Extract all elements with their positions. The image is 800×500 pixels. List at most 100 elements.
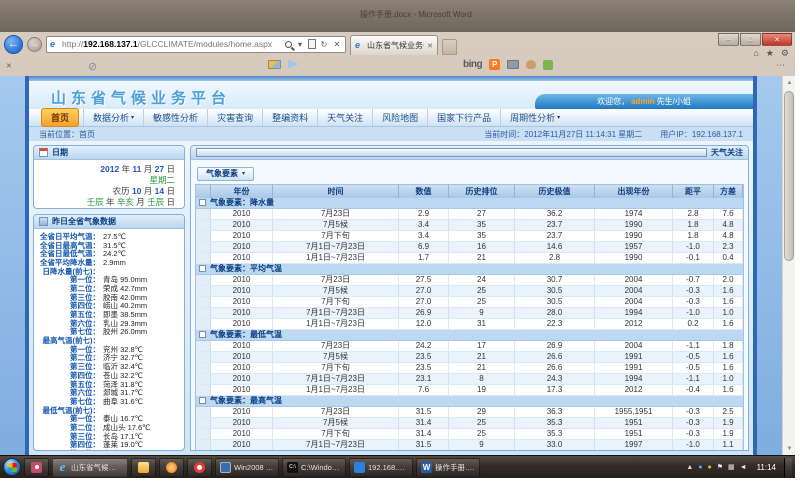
url-text: http://192.168.137.1/GLCCLIMATE/modules/…: [62, 39, 282, 49]
table-cell: 1月1日~7月23日: [273, 319, 399, 329]
table-row[interactable]: 20107月下旬3.43523.719901.84.8: [196, 231, 743, 242]
element-group-row[interactable]: 气象要素：最低气温: [196, 330, 743, 341]
table-cell: 2010: [211, 209, 273, 219]
taskbar-ie-window-button[interactable]: e山东省气候业务平台: [52, 458, 128, 477]
taskbar-launcher-button[interactable]: [24, 458, 49, 477]
group-checkbox[interactable]: [199, 397, 206, 404]
table-cell: 1951: [595, 418, 673, 428]
table-row[interactable]: 20101月1日~7月23日12.03122.320120.21.6: [196, 319, 743, 330]
browser-tab[interactable]: e 山东省气候业务平... ✕: [350, 35, 438, 55]
sogou-search-icon[interactable]: P: [489, 59, 500, 70]
nav-item-3[interactable]: 灾害查询: [207, 109, 262, 126]
show-desktop-button[interactable]: [784, 458, 792, 477]
taskbar-orange-app-button[interactable]: [159, 458, 184, 477]
nav-item-label: 敏感性分析: [153, 111, 198, 124]
taskbar-explorer-button[interactable]: [131, 458, 156, 477]
table-row[interactable]: 20107月下旬27.02530.52004-0.31.6: [196, 297, 743, 308]
table-row[interactable]: 20107月5候27.02530.52004-0.31.6: [196, 286, 743, 297]
table-row[interactable]: 20107月下旬31.42535.31951-0.31.9: [196, 429, 743, 440]
volume-tray-icon[interactable]: ◄: [740, 464, 747, 471]
back-button[interactable]: ←: [4, 35, 23, 54]
rdp-icon: [354, 462, 365, 473]
table-row[interactable]: 20107月23日24.21726.92004-1.11.8: [196, 341, 743, 352]
taskbar-rdp-window-button[interactable]: 192.168.59.99...: [349, 458, 413, 477]
table-row[interactable]: 20107月下旬23.52126.61991-0.51.6: [196, 363, 743, 374]
group-checkbox[interactable]: [199, 199, 206, 206]
refresh-icon[interactable]: ↻: [319, 40, 329, 49]
nav-item-5[interactable]: 天气关注: [317, 109, 372, 126]
nav-item-label: 首页: [51, 111, 69, 124]
minimize-button[interactable]: –: [718, 33, 739, 46]
table-row[interactable]: 20107月1日~7月23日6.91614.61957-1.02.3: [196, 242, 743, 253]
taskbar-word-window-button[interactable]: W操作手册.docx ...: [416, 458, 480, 477]
payment-cards-icon[interactable]: [268, 60, 281, 69]
address-bar[interactable]: e http://192.168.137.1/GLCCLIMATE/module…: [46, 36, 346, 53]
row-select-cell: [196, 209, 211, 219]
table-row[interactable]: 20107月23日27.52430.72004-0.72.0: [196, 275, 743, 286]
network-tray-icon[interactable]: ▦: [728, 464, 735, 471]
stop-icon[interactable]: ✕: [332, 40, 342, 49]
row-select-cell: [196, 341, 211, 351]
group-checkbox[interactable]: [199, 265, 206, 272]
table-row[interactable]: 20107月5候31.42535.31951-0.31.9: [196, 418, 743, 429]
table-row[interactable]: 20107月5候23.52126.61991-0.51.6: [196, 352, 743, 363]
table-row[interactable]: 20107月5候3.43523.719901.84.8: [196, 220, 743, 231]
search-icon[interactable]: [285, 41, 292, 48]
taskbar-buttons: e山东省气候业务平台 Win2008 (VS2...C:\C:\Windows\s…: [24, 458, 480, 477]
new-tab-button[interactable]: [442, 39, 457, 55]
taskbar-clock[interactable]: 11:14: [752, 463, 781, 472]
autocomplete-caret-icon[interactable]: ▾: [295, 40, 305, 49]
row-select-cell: [196, 385, 211, 395]
maximize-button[interactable]: □: [740, 33, 761, 46]
plugin-addon-icon[interactable]: [543, 60, 553, 70]
more-options-icon[interactable]: ⋯: [776, 60, 785, 71]
messenger-tray-icon[interactable]: ●: [698, 464, 702, 471]
table-row[interactable]: 20107月1日~7月23日23.1824.31994-1.11.0: [196, 374, 743, 385]
taskbar-red-app-button[interactable]: [187, 458, 212, 477]
taskbar-vm-window-button[interactable]: Win2008 (VS2...: [215, 458, 279, 477]
taskbar-cmd-window-button[interactable]: C:\C:\Windows\s...: [282, 458, 346, 477]
nav-item-label: 灾害查询: [217, 111, 253, 124]
nav-item-1[interactable]: 数据分析▾: [83, 109, 143, 126]
nav-item-2[interactable]: 敏感性分析: [143, 109, 207, 126]
security-tray-icon[interactable]: ●: [707, 464, 711, 471]
table-row[interactable]: 20107月23日2.92736.219742.87.6: [196, 209, 743, 220]
scrollbar-thumb[interactable]: [784, 91, 794, 261]
nav-item-8[interactable]: 周期性分析▾: [500, 109, 569, 126]
summary-row: 第五位：文登 20.7℃: [34, 449, 182, 450]
hidden-icons-button[interactable]: ▲: [686, 464, 693, 471]
element-group-row[interactable]: 气象要素：最高气温: [196, 396, 743, 407]
date-line: 星期二: [34, 175, 175, 186]
group-title: 气象要素：最低气温: [210, 329, 282, 340]
toolbar-close-icon[interactable]: ✕: [6, 62, 12, 70]
start-button[interactable]: [3, 458, 21, 476]
nav-item-7[interactable]: 国家下行产品: [427, 109, 500, 126]
close-button[interactable]: ✕: [762, 33, 792, 46]
nav-item-6[interactable]: 风险地图: [372, 109, 427, 126]
blocked-content-icon[interactable]: ⊘: [88, 60, 97, 73]
element-group-row[interactable]: 气象要素：降水量: [196, 198, 743, 209]
nav-item-0[interactable]: 首页: [41, 108, 79, 127]
table-row[interactable]: 20107月1日~7月23日26.9928.01994-1.01.0: [196, 308, 743, 319]
table-cell: -0.4: [673, 385, 714, 395]
page-scrollbar[interactable]: ▲ ▼: [782, 76, 795, 455]
table-row[interactable]: 20101月1日~7月23日7.61917.32012-0.41.6: [196, 385, 743, 396]
table-row[interactable]: 20101月1日~7月23日1.7212.81990-0.10.4: [196, 253, 743, 264]
table-cell: 1.9: [714, 418, 743, 428]
flag-tray-icon[interactable]: ⚑: [717, 464, 723, 471]
forward-button[interactable]: →: [27, 37, 42, 52]
table-row[interactable]: 20107月23日31.52936.31955,1951-0.32.5: [196, 407, 743, 418]
bing-logo[interactable]: bing: [463, 59, 482, 70]
element-group-row[interactable]: 气象要素：平均气温: [196, 264, 743, 275]
compatibility-view-icon[interactable]: [308, 39, 316, 49]
tab-close-icon[interactable]: ✕: [427, 42, 433, 50]
group-checkbox[interactable]: [199, 331, 206, 338]
scroll-up-icon[interactable]: ▲: [783, 76, 795, 89]
send-page-icon[interactable]: [288, 60, 299, 69]
scroll-down-icon[interactable]: ▼: [783, 442, 795, 455]
table-row[interactable]: 20107月1日~7月23日31.5933.01997-1.01.1: [196, 440, 743, 451]
screenshot-addon-icon[interactable]: [507, 60, 519, 69]
paw-addon-icon[interactable]: [526, 60, 536, 69]
element-filter-button[interactable]: 气象要素 ▾: [197, 167, 254, 181]
nav-item-4[interactable]: 整编资料: [262, 109, 317, 126]
